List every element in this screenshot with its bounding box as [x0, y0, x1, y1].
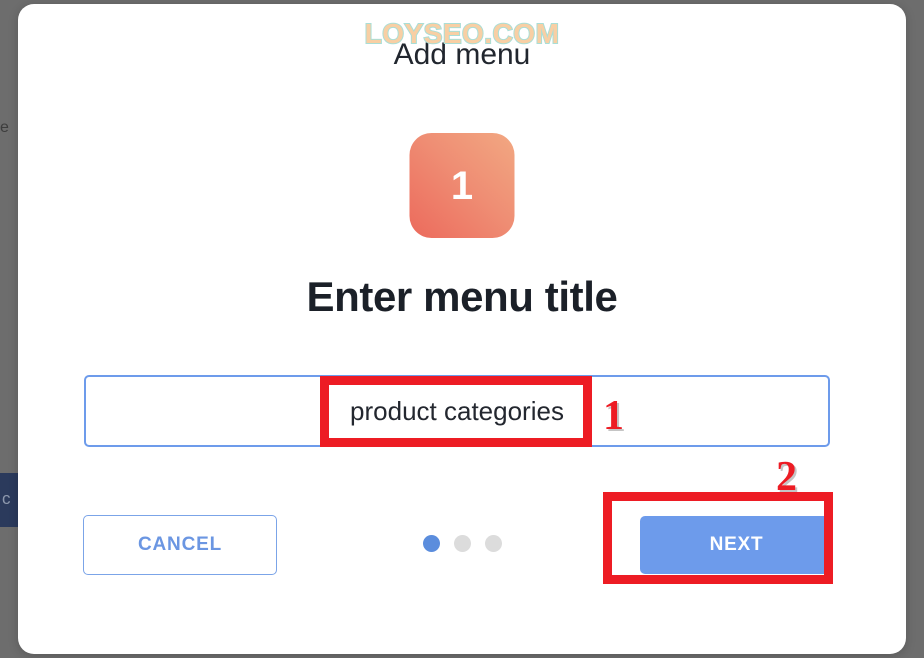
step-badge-number: 1	[450, 163, 474, 208]
page-root: e c LOYSEO.COM Add menu 1 Enter menu tit…	[0, 0, 924, 658]
cancel-button[interactable]: CANCEL	[83, 515, 277, 575]
background-navy-glyph: c	[2, 489, 11, 508]
loyseo-watermark: LOYSEO.COM	[364, 17, 560, 50]
next-button[interactable]: NEXT	[640, 516, 833, 574]
background-text-fragment: e	[0, 119, 9, 136]
text-cursor	[588, 396, 590, 429]
add-menu-dialog: LOYSEO.COM Add menu 1 Enter menu title C…	[18, 4, 906, 654]
page-heading: Enter menu title	[306, 273, 618, 320]
pagination-dot-2[interactable]	[453, 535, 471, 552]
pagination-dot-1[interactable]	[422, 535, 440, 552]
menu-title-input[interactable]	[84, 375, 830, 447]
pagination-dot-3[interactable]	[484, 535, 502, 552]
step-badge: 1	[409, 133, 515, 238]
